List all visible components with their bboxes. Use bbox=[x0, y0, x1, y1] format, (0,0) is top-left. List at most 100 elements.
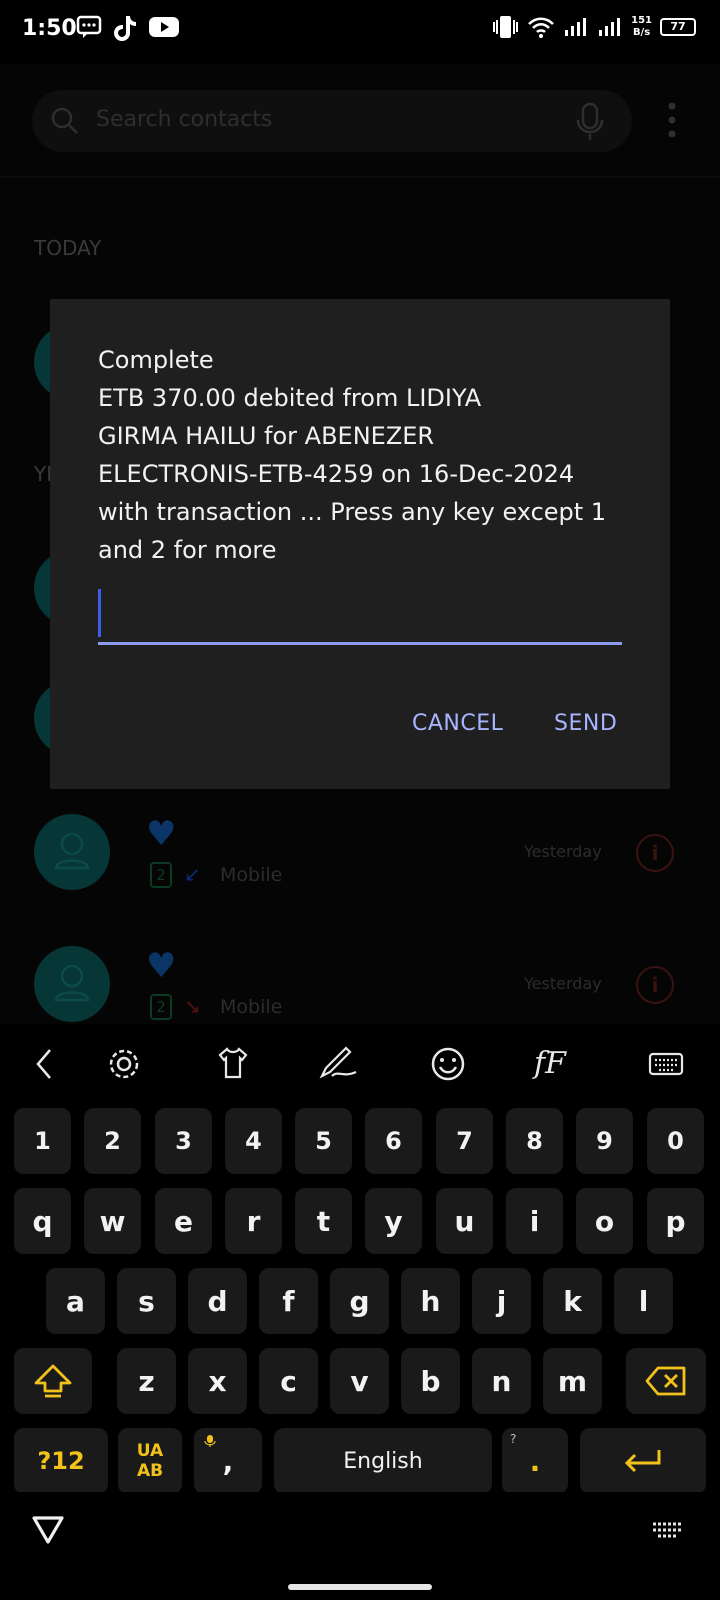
signal-sim1-icon bbox=[565, 18, 587, 36]
network-speed: 151 B/s bbox=[631, 15, 652, 38]
key-z[interactable]: z bbox=[117, 1348, 176, 1414]
key-w[interactable]: w bbox=[84, 1188, 141, 1254]
key-6[interactable]: 6 bbox=[365, 1108, 422, 1174]
backspace-icon bbox=[645, 1366, 686, 1396]
language-switch-key[interactable]: UA AB bbox=[118, 1428, 182, 1494]
key-t[interactable]: t bbox=[295, 1188, 352, 1254]
settings-icon[interactable] bbox=[106, 1046, 142, 1082]
backspace-key[interactable] bbox=[626, 1348, 706, 1414]
mic-icon[interactable] bbox=[574, 102, 606, 142]
key-m[interactable]: m bbox=[543, 1348, 602, 1414]
keyboard-toolbar: fF bbox=[0, 1024, 720, 1104]
navigation-bar bbox=[0, 1492, 720, 1600]
search-icon bbox=[51, 107, 78, 134]
send-button[interactable]: SEND bbox=[554, 711, 617, 736]
font-icon[interactable]: fF bbox=[534, 1046, 566, 1081]
gesture-handle[interactable] bbox=[288, 1584, 432, 1590]
contact-row[interactable]: ♥ 2 ↙ Mobile Yesterday i bbox=[0, 814, 720, 934]
info-icon[interactable]: i bbox=[636, 834, 674, 872]
key-y[interactable]: y bbox=[365, 1188, 422, 1254]
info-icon[interactable]: i bbox=[636, 966, 674, 1004]
youtube-icon bbox=[149, 17, 179, 37]
key-5[interactable]: 5 bbox=[295, 1108, 352, 1174]
key-b[interactable]: b bbox=[401, 1348, 460, 1414]
theme-icon[interactable] bbox=[216, 1046, 250, 1080]
space-key[interactable]: English bbox=[274, 1428, 492, 1494]
key-s[interactable]: s bbox=[117, 1268, 176, 1334]
cancel-button[interactable]: CANCEL bbox=[412, 711, 503, 736]
heart-icon: ♥ bbox=[146, 814, 177, 854]
battery-indicator: 77 bbox=[660, 18, 696, 36]
symbols-key[interactable]: ?12 bbox=[14, 1428, 108, 1494]
key-j[interactable]: j bbox=[472, 1268, 531, 1334]
key-q[interactable]: q bbox=[14, 1188, 71, 1254]
key-c[interactable]: c bbox=[259, 1348, 318, 1414]
lang-switch-bottom: AB bbox=[136, 1461, 164, 1481]
key-h[interactable]: h bbox=[401, 1268, 460, 1334]
key-7[interactable]: 7 bbox=[436, 1108, 493, 1174]
key-0[interactable]: 0 bbox=[647, 1108, 704, 1174]
key-d[interactable]: d bbox=[188, 1268, 247, 1334]
keyboard-hide-icon[interactable] bbox=[650, 1520, 684, 1544]
avatar[interactable] bbox=[34, 946, 110, 1022]
more-options-icon[interactable] bbox=[668, 102, 676, 138]
key-2[interactable]: 2 bbox=[84, 1108, 141, 1174]
vibrate-icon bbox=[493, 16, 519, 38]
ussd-dialog: Complete ETB 370.00 debited from LIDIYA … bbox=[50, 299, 670, 789]
key-f[interactable]: f bbox=[259, 1268, 318, 1334]
heart-icon: ♥ bbox=[146, 946, 177, 986]
sim-badge: 2 bbox=[150, 862, 172, 888]
contact-type: Mobile bbox=[220, 996, 283, 1018]
key-1[interactable]: 1 bbox=[14, 1108, 71, 1174]
key-r[interactable]: r bbox=[225, 1188, 282, 1254]
tiktok-icon bbox=[114, 16, 136, 41]
comma-key[interactable]: , bbox=[194, 1428, 262, 1494]
person-icon bbox=[54, 964, 90, 1002]
contact-time: Yesterday bbox=[524, 842, 602, 861]
emoji-icon[interactable] bbox=[430, 1046, 466, 1082]
search-bar[interactable]: Search contacts bbox=[32, 90, 632, 152]
key-9[interactable]: 9 bbox=[576, 1108, 633, 1174]
message-notification-icon bbox=[76, 15, 102, 38]
handwriting-icon[interactable] bbox=[318, 1046, 360, 1080]
enter-key[interactable] bbox=[580, 1428, 706, 1494]
key-o[interactable]: o bbox=[576, 1188, 633, 1254]
key-a[interactable]: a bbox=[46, 1268, 105, 1334]
shift-icon bbox=[34, 1364, 72, 1398]
key-u[interactable]: u bbox=[436, 1188, 493, 1254]
section-today: TODAY bbox=[34, 236, 102, 260]
key-8[interactable]: 8 bbox=[506, 1108, 563, 1174]
keyboard-layout-icon[interactable] bbox=[648, 1046, 684, 1082]
contact-time: Yesterday bbox=[524, 974, 602, 993]
key-4[interactable]: 4 bbox=[225, 1108, 282, 1174]
key-p[interactable]: p bbox=[647, 1188, 704, 1254]
key-l[interactable]: l bbox=[614, 1268, 673, 1334]
back-icon[interactable] bbox=[32, 1046, 56, 1082]
shift-key[interactable] bbox=[14, 1348, 92, 1414]
period-key[interactable]: ? . bbox=[502, 1428, 568, 1494]
comma-label: , bbox=[222, 1444, 234, 1478]
signal-sim2-icon bbox=[599, 18, 621, 36]
mic-hint-icon bbox=[204, 1435, 216, 1447]
outgoing-call-icon: ↘ bbox=[184, 994, 201, 1018]
dialog-message: Complete ETB 370.00 debited from LIDIYA … bbox=[98, 346, 607, 564]
key-n[interactable]: n bbox=[472, 1348, 531, 1414]
key-k[interactable]: k bbox=[543, 1268, 602, 1334]
text-caret bbox=[98, 589, 101, 637]
key-g[interactable]: g bbox=[330, 1268, 389, 1334]
key-3[interactable]: 3 bbox=[155, 1108, 212, 1174]
key-x[interactable]: x bbox=[188, 1348, 247, 1414]
avatar[interactable] bbox=[34, 814, 110, 890]
status-bar: 1:50 151 B/s 77 bbox=[0, 0, 720, 64]
key-e[interactable]: e bbox=[155, 1188, 212, 1254]
soft-keyboard: fF 1 2 3 4 5 6 7 8 9 0 q w e r t y u i o… bbox=[0, 1024, 720, 1494]
nav-back-icon[interactable] bbox=[30, 1512, 66, 1548]
key-v[interactable]: v bbox=[330, 1348, 389, 1414]
search-placeholder: Search contacts bbox=[96, 107, 273, 132]
wifi-icon bbox=[528, 17, 555, 38]
key-i[interactable]: i bbox=[506, 1188, 563, 1254]
status-time: 1:50 bbox=[22, 16, 77, 41]
ussd-reply-input[interactable] bbox=[98, 589, 622, 645]
enter-icon bbox=[624, 1450, 661, 1473]
period-label: . bbox=[529, 1444, 541, 1478]
